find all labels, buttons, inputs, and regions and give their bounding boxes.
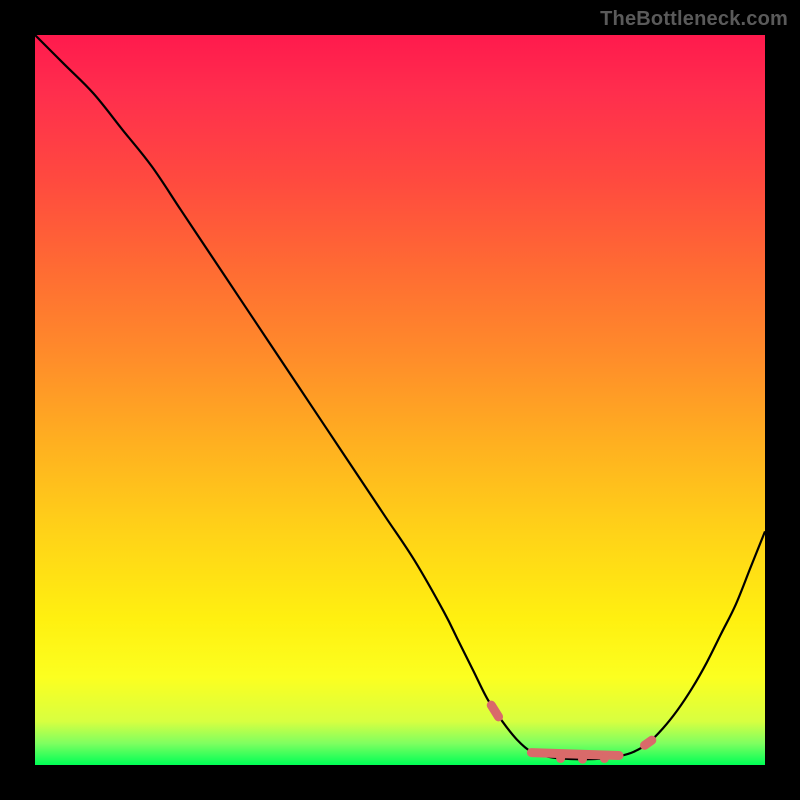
bottleneck-curve (35, 35, 765, 759)
chart-svg (35, 35, 765, 765)
chart-container: TheBottleneck.com (0, 0, 800, 800)
marker-segment (531, 753, 619, 756)
watermark-text: TheBottleneck.com (600, 8, 788, 31)
marker-group (491, 705, 652, 764)
marker-dot (600, 754, 609, 763)
marker-dot (578, 755, 587, 764)
marker-segment (491, 705, 498, 717)
marker-dot (556, 754, 565, 763)
marker-segment (645, 740, 652, 745)
plot-area (35, 35, 765, 765)
